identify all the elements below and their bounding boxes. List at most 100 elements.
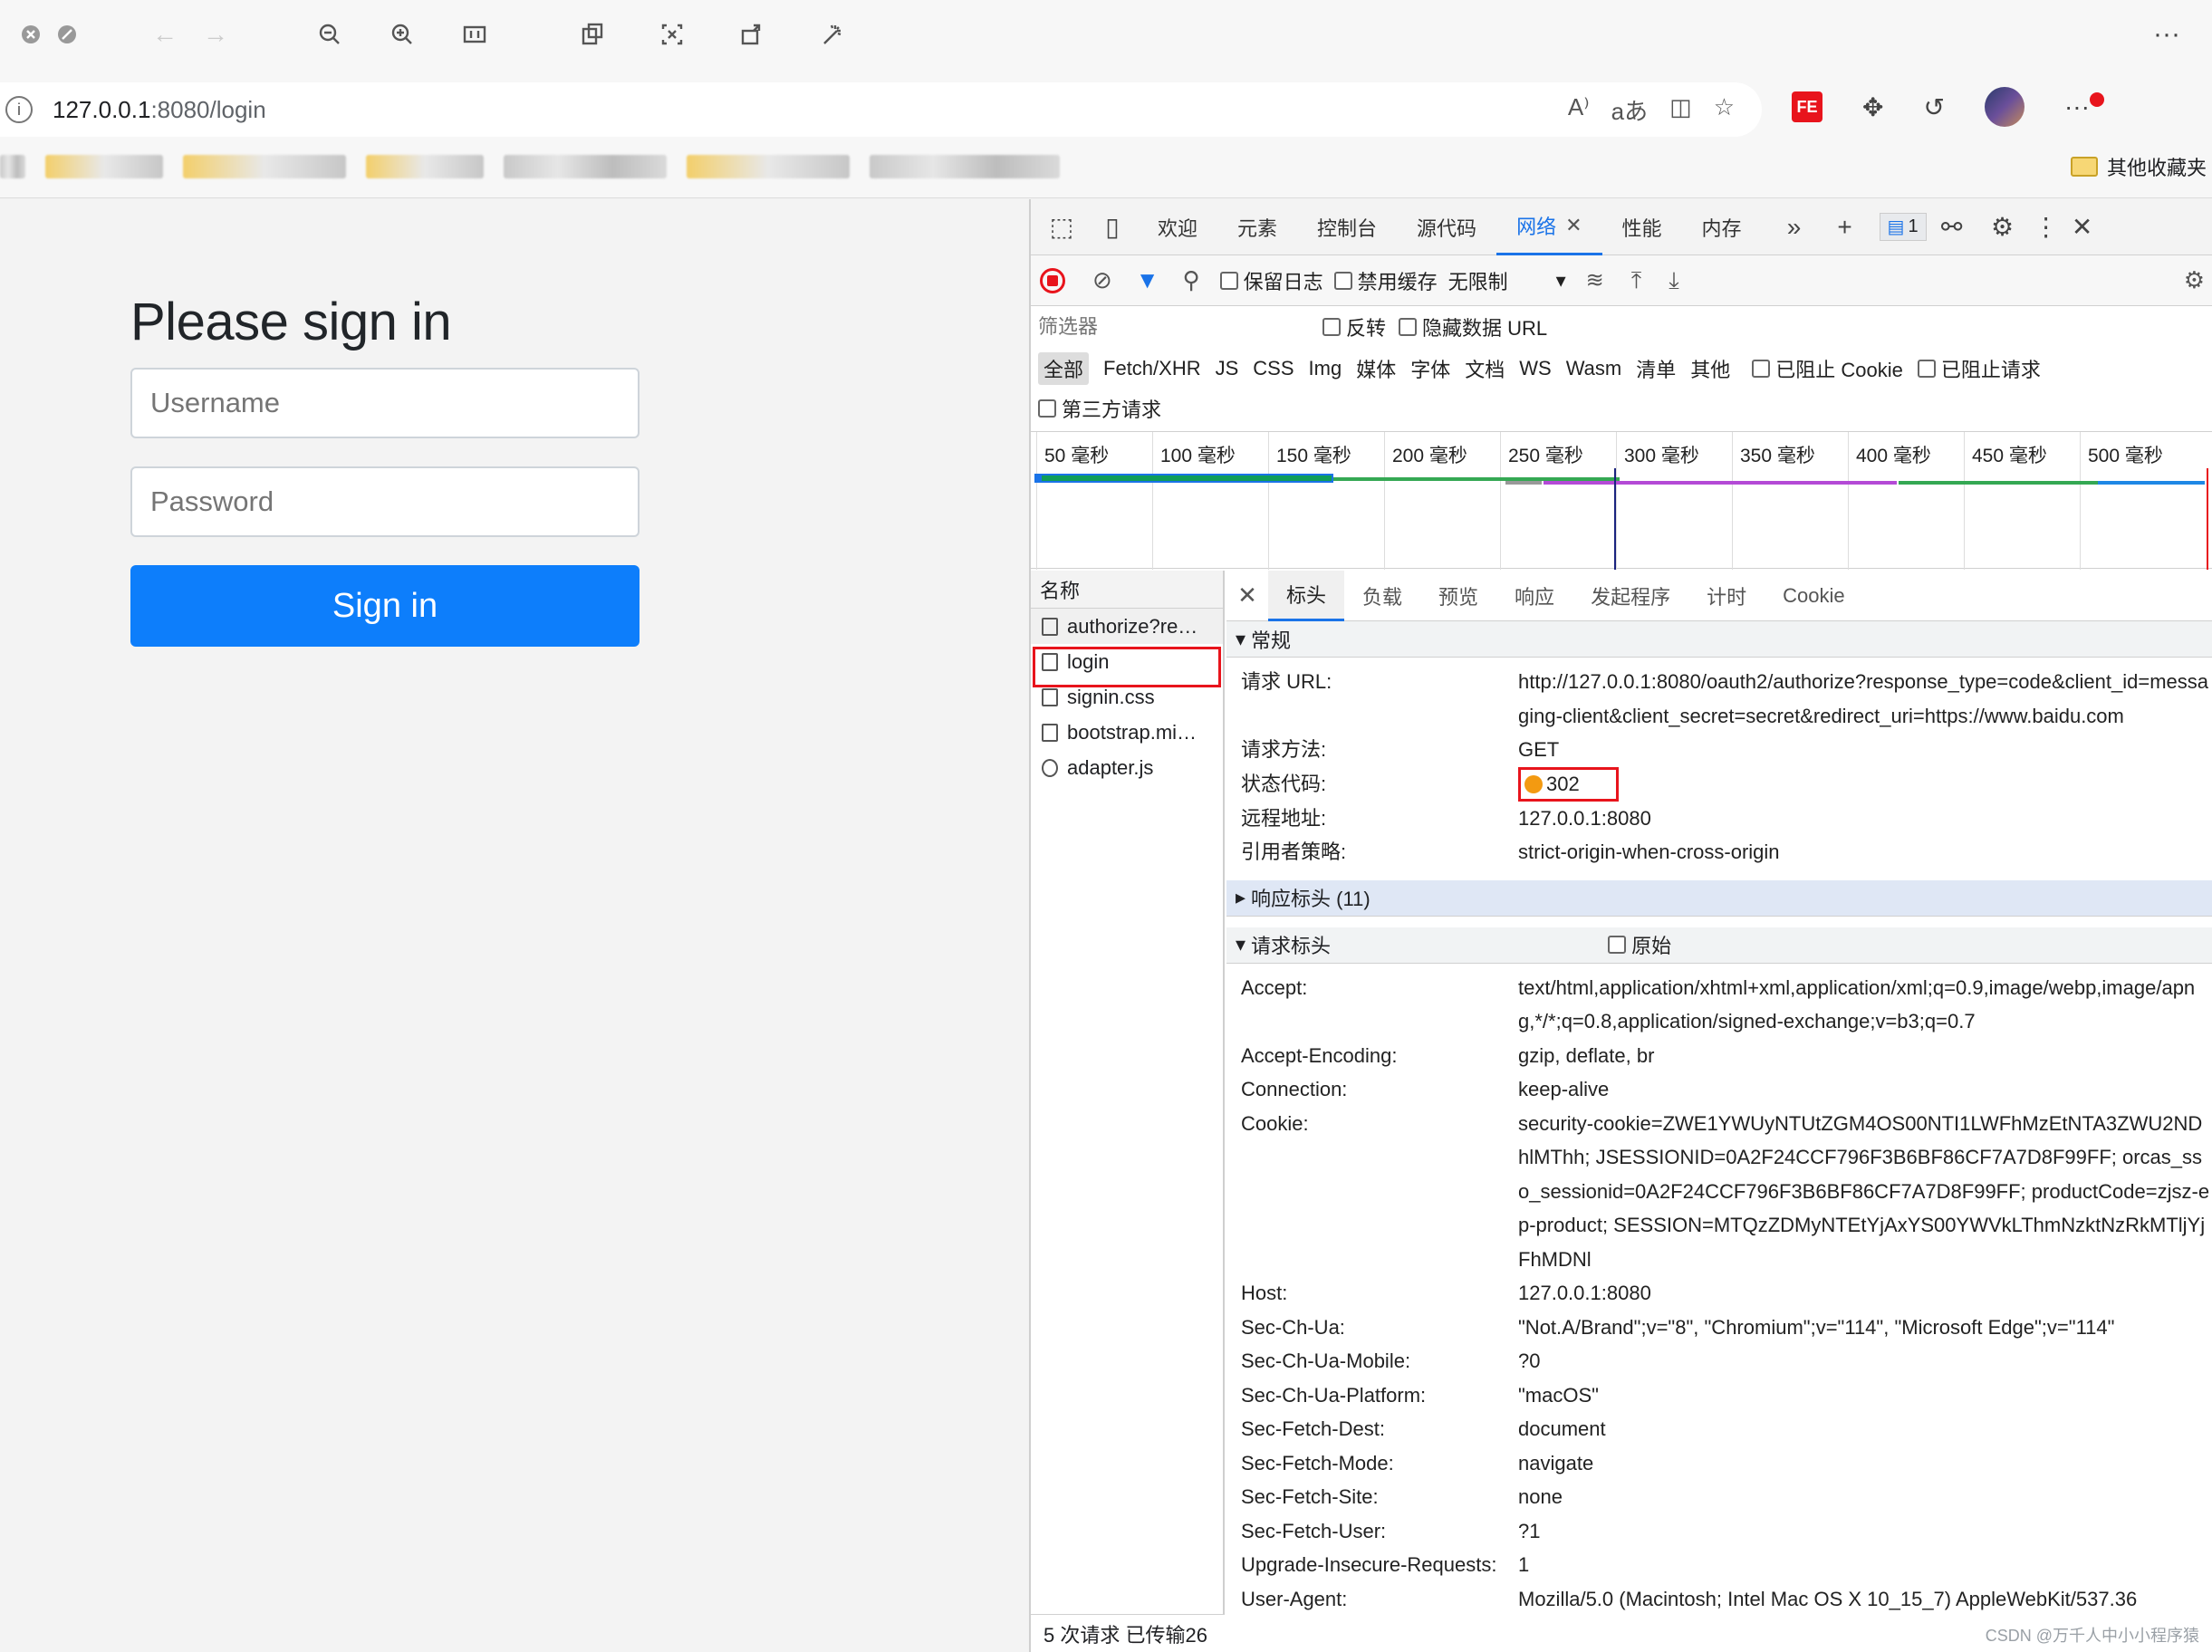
tab-payload[interactable]: 负载 xyxy=(1344,571,1420,621)
close-tab-icon[interactable]: ✕ xyxy=(1565,214,1582,237)
tab-memory[interactable]: 内存 xyxy=(1682,199,1762,255)
password-input[interactable] xyxy=(130,466,640,537)
clear-icon[interactable]: ⊘ xyxy=(1092,266,1112,294)
hide-data-url-checkbox[interactable]: 隐藏数据 URL xyxy=(1399,312,1547,341)
header-row: Sec-Ch-Ua-Platform: "macOS" xyxy=(1241,1383,1599,1407)
add-tab-icon[interactable]: + xyxy=(1820,202,1871,253)
connect-icon[interactable]: ⚯ xyxy=(1927,202,1977,253)
response-headers-section[interactable]: ▸ 响应标头 (11) xyxy=(1226,879,2212,917)
disable-cache-checkbox[interactable]: 禁用缓存 xyxy=(1333,266,1438,295)
devtools-settings-icon[interactable]: ⚙ xyxy=(1977,202,2028,253)
timeline-bar xyxy=(2098,481,2205,485)
type-filter-manifest[interactable]: 清单 xyxy=(1636,354,1676,383)
header-row: Sec-Fetch-Site: none xyxy=(1241,1485,1563,1508)
tab-initiator[interactable]: 发起程序 xyxy=(1572,571,1688,621)
resource-type-filters: 全部 Fetch/XHR JS CSS Img 媒体 字体 文档 WS Wasm… xyxy=(1031,348,2212,389)
name-column-header[interactable]: 名称 xyxy=(1031,571,1223,609)
request-row[interactable]: bootstrap.mi… xyxy=(1031,715,1223,750)
tab-timing[interactable]: 计时 xyxy=(1688,571,1765,621)
type-filter-all[interactable]: 全部 xyxy=(1038,352,1090,385)
settings-more-icon[interactable]: ··· xyxy=(2064,92,2104,121)
more-options-icon[interactable]: ··· xyxy=(2141,9,2192,60)
filter-input[interactable] xyxy=(1038,312,1310,342)
inspect-element-icon[interactable]: ⬚ xyxy=(1036,202,1087,253)
history-icon[interactable]: ↺ xyxy=(1923,92,1944,122)
device-emulation-icon[interactable]: ▯ xyxy=(1087,202,1138,253)
raw-checkbox[interactable]: 原始 xyxy=(1608,930,1671,959)
type-filter-ws[interactable]: WS xyxy=(1519,357,1551,380)
tab-response[interactable]: 响应 xyxy=(1496,571,1572,621)
export-har-icon[interactable]: ⤓ xyxy=(1669,266,1679,295)
type-filter-other[interactable]: 其他 xyxy=(1690,354,1730,383)
devtools-close-icon[interactable]: ✕ xyxy=(2064,202,2101,253)
rotate-icon[interactable] xyxy=(726,9,777,60)
address-bar[interactable]: i 127.0.0.1:8080/login A⁾ aあ ◫ ☆ xyxy=(0,82,1762,137)
network-timeline[interactable]: 50 毫秒 100 毫秒 150 毫秒 200 毫秒 250 毫秒 300 毫秒… xyxy=(1031,431,2212,570)
preserve-log-checkbox[interactable]: 保留日志 xyxy=(1219,266,1323,295)
more-tabs-icon[interactable]: » xyxy=(1769,202,1820,253)
search-icon[interactable]: ⚲ xyxy=(1183,266,1200,294)
devtools-more-icon[interactable]: ⋮ xyxy=(2028,202,2064,253)
tab-performance[interactable]: 性能 xyxy=(1602,199,1682,255)
profile-avatar[interactable] xyxy=(1984,87,2024,127)
type-filter-css[interactable]: CSS xyxy=(1253,357,1294,380)
tab-elements[interactable]: 元素 xyxy=(1217,199,1297,255)
type-filter-doc[interactable]: 文档 xyxy=(1465,354,1505,383)
request-headers-section[interactable]: ▾ 请求标头 原始 xyxy=(1226,927,2212,964)
favorite-star-icon[interactable]: ☆ xyxy=(1714,93,1735,127)
header-row: 请求 URL: http://127.0.0.1:8080/oauth2/auth… xyxy=(1241,670,2208,727)
network-settings-icon[interactable]: ⚙ xyxy=(2184,266,2205,294)
tab-cookies[interactable]: Cookie xyxy=(1765,571,1862,621)
sign-in-button[interactable]: Sign in xyxy=(130,565,640,647)
issues-badge[interactable]: ▤ 1 xyxy=(1879,213,1927,241)
tab-console[interactable]: 控制台 xyxy=(1297,199,1397,255)
import-har-icon[interactable]: ⤒ xyxy=(1631,266,1642,295)
status-dot-icon xyxy=(1524,774,1543,793)
extensions-puzzle-icon[interactable]: ✥ xyxy=(1862,92,1883,122)
request-row[interactable]: authorize?re… xyxy=(1031,609,1223,644)
tab-welcome[interactable]: 欢迎 xyxy=(1138,199,1217,255)
type-filter-wasm[interactable]: Wasm xyxy=(1566,357,1622,380)
tab-headers[interactable]: 标头 xyxy=(1268,571,1345,621)
tab-network[interactable]: 网络 ✕ xyxy=(1496,199,1602,255)
magic-wand-icon[interactable] xyxy=(806,9,857,60)
forward-icon[interactable]: → xyxy=(190,9,241,60)
url-text[interactable]: 127.0.0.1:8080/login xyxy=(53,96,266,124)
tab-sources[interactable]: 源代码 xyxy=(1397,199,1496,255)
invert-checkbox[interactable]: 反转 xyxy=(1322,312,1386,341)
tab-preview[interactable]: 预览 xyxy=(1420,571,1496,621)
timeline-tick: 300 毫秒 xyxy=(1616,432,1699,570)
browser-chrome: ← → ··· i 127.0.0.1:8080/login A⁾ aあ ◫ ☆… xyxy=(0,0,2212,198)
load-marker xyxy=(2207,468,2208,570)
type-filter-font[interactable]: 字体 xyxy=(1410,354,1450,383)
site-info-icon[interactable]: i xyxy=(5,96,33,123)
throttle-select[interactable]: 无限制 ▾ xyxy=(1448,266,1566,295)
filter-icon[interactable]: ▼ xyxy=(1136,266,1159,294)
zoom-out-icon[interactable] xyxy=(304,9,355,60)
type-filter-img[interactable]: Img xyxy=(1309,357,1342,380)
general-section-header[interactable]: ▾ 常规 xyxy=(1226,621,2212,658)
stop-icon[interactable] xyxy=(49,9,85,60)
other-favorites-folder[interactable]: 其他收藏夹 xyxy=(2070,145,2212,188)
blocked-requests-checkbox[interactable]: 已阻止请求 xyxy=(1917,354,2041,383)
network-conditions-icon[interactable]: ≋ xyxy=(1586,267,1604,293)
translate-icon[interactable] xyxy=(567,9,618,60)
record-icon[interactable] xyxy=(1040,267,1065,293)
back-icon[interactable]: ← xyxy=(139,9,190,60)
zoom-in-icon[interactable] xyxy=(377,9,428,60)
blocked-cookies-checkbox[interactable]: 已阻止 Cookie xyxy=(1752,354,1903,383)
username-input[interactable] xyxy=(130,368,640,438)
actual-size-icon[interactable] xyxy=(449,9,500,60)
split-screen-icon[interactable]: ◫ xyxy=(1669,93,1692,127)
type-filter-js[interactable]: JS xyxy=(1216,357,1239,380)
crop-icon[interactable] xyxy=(647,9,697,60)
type-filter-fetch[interactable]: Fetch/XHR xyxy=(1103,357,1201,380)
read-aloud-icon[interactable]: A⁾ xyxy=(1568,93,1590,127)
extension-fe-icon[interactable]: FE xyxy=(1792,91,1822,122)
type-filter-media[interactable]: 媒体 xyxy=(1356,354,1396,383)
third-party-checkbox[interactable]: 第三方请求 xyxy=(1038,394,1161,423)
translate-page-icon[interactable]: aあ xyxy=(1611,93,1648,127)
request-row[interactable]: adapter.js xyxy=(1031,750,1223,785)
close-detail-icon[interactable]: ✕ xyxy=(1226,581,1268,610)
close-window-icon[interactable] xyxy=(13,9,49,60)
